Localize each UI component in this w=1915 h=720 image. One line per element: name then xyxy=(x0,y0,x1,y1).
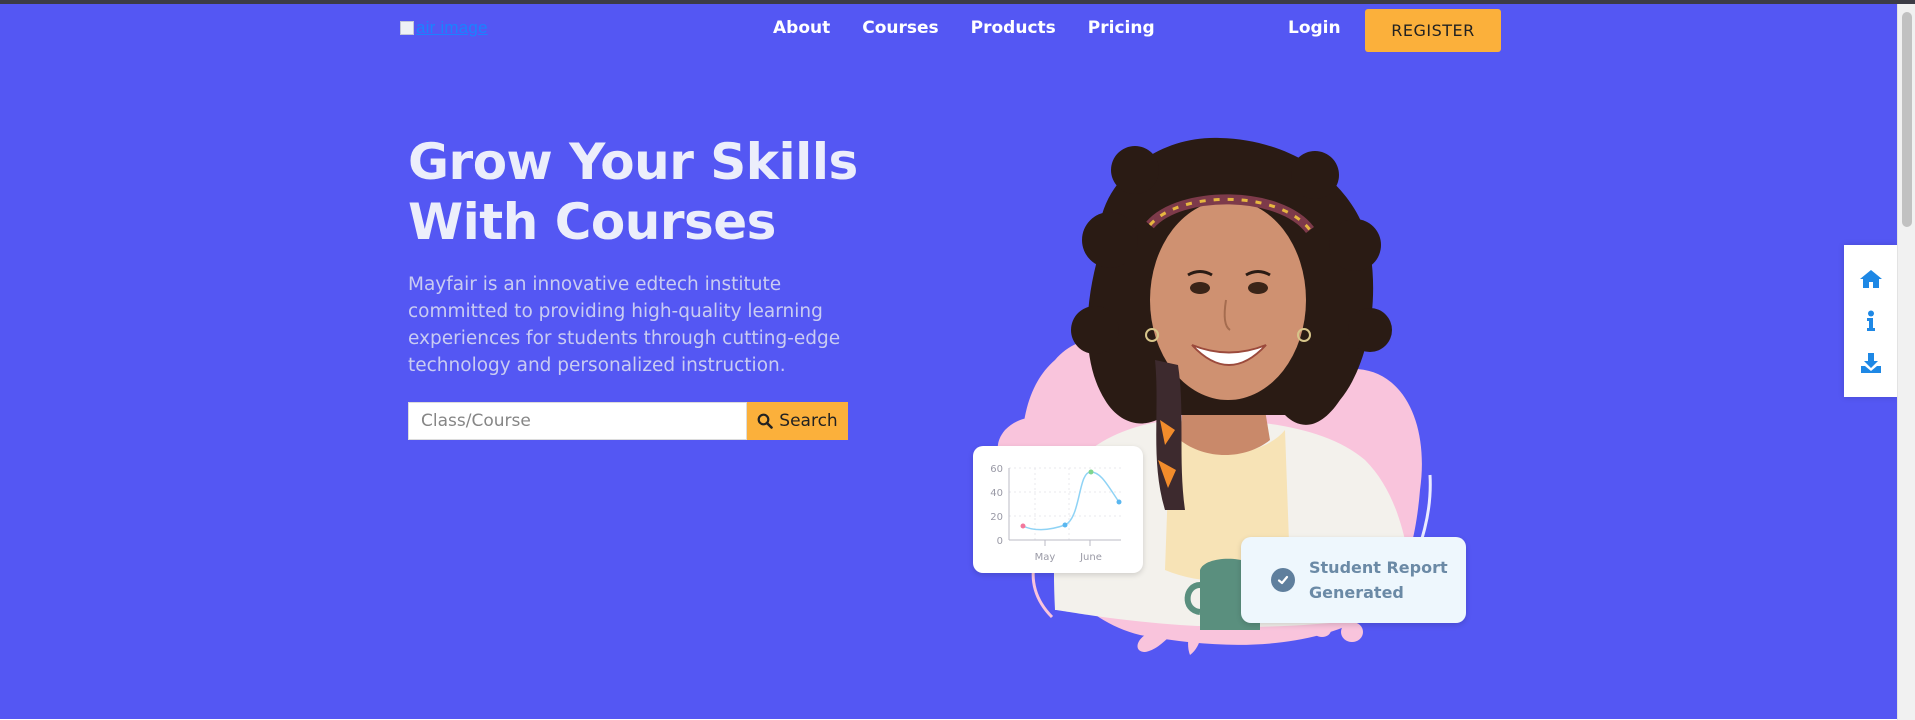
pink-drop xyxy=(1341,622,1363,642)
page-scrollbar[interactable] xyxy=(1897,4,1915,720)
search-button[interactable]: Search xyxy=(747,402,848,440)
progress-chart: 60 40 20 0 May June xyxy=(990,464,1122,563)
search-icon xyxy=(757,413,774,429)
broken-image-icon xyxy=(400,21,414,35)
y-tick-20: 20 xyxy=(990,512,1003,523)
chart-line xyxy=(1022,471,1120,531)
pink-drop-small xyxy=(1313,623,1331,637)
report-card-text: Student Report Generated xyxy=(1309,555,1449,605)
x-tick-may: May xyxy=(1035,552,1056,563)
hero-description: Mayfair is an innovative edtech institut… xyxy=(408,274,841,376)
register-button[interactable]: REGISTER xyxy=(1365,9,1501,52)
logo-image[interactable]: air image xyxy=(400,18,488,38)
nav-link-courses[interactable]: Courses xyxy=(862,18,938,38)
headline-line-2: With Courses xyxy=(408,193,776,251)
info-icon[interactable] xyxy=(1859,309,1883,333)
headline-line-1: Grow Your Skills xyxy=(408,133,858,191)
progress-chart-card: 60 40 20 0 May June xyxy=(973,446,1143,573)
chart-point-2 xyxy=(1062,522,1068,528)
y-tick-0: 0 xyxy=(997,536,1003,547)
main-nav: About Courses Products Pricing xyxy=(773,18,1155,38)
nav-link-products[interactable]: Products xyxy=(971,18,1056,38)
nav-link-pricing[interactable]: Pricing xyxy=(1088,18,1155,38)
student-report-card: Student Report Generated xyxy=(1241,537,1466,623)
side-quick-links xyxy=(1844,245,1897,397)
login-link[interactable]: Login xyxy=(1288,18,1341,38)
hero-section xyxy=(0,4,1897,719)
course-search-input[interactable] xyxy=(408,402,747,440)
search-button-label: Search xyxy=(779,411,838,431)
home-icon[interactable] xyxy=(1859,267,1883,291)
chart-point-1 xyxy=(1020,523,1026,529)
download-icon[interactable] xyxy=(1859,351,1883,375)
scrollbar-thumb[interactable] xyxy=(1902,12,1912,227)
x-tick-june: June xyxy=(1079,552,1102,563)
y-tick-40: 40 xyxy=(990,488,1003,499)
report-card-line-2: Generated xyxy=(1309,583,1404,602)
page-title: Grow Your Skills With Courses xyxy=(408,132,868,252)
y-tick-60: 60 xyxy=(990,464,1003,475)
nav-link-about[interactable]: About xyxy=(773,18,830,38)
chart-point-3 xyxy=(1088,469,1094,475)
logo-alt-text: air image xyxy=(416,18,488,37)
check-circle-icon xyxy=(1271,568,1295,592)
chart-point-4 xyxy=(1116,499,1122,505)
report-card-line-1: Student Report xyxy=(1309,558,1448,577)
